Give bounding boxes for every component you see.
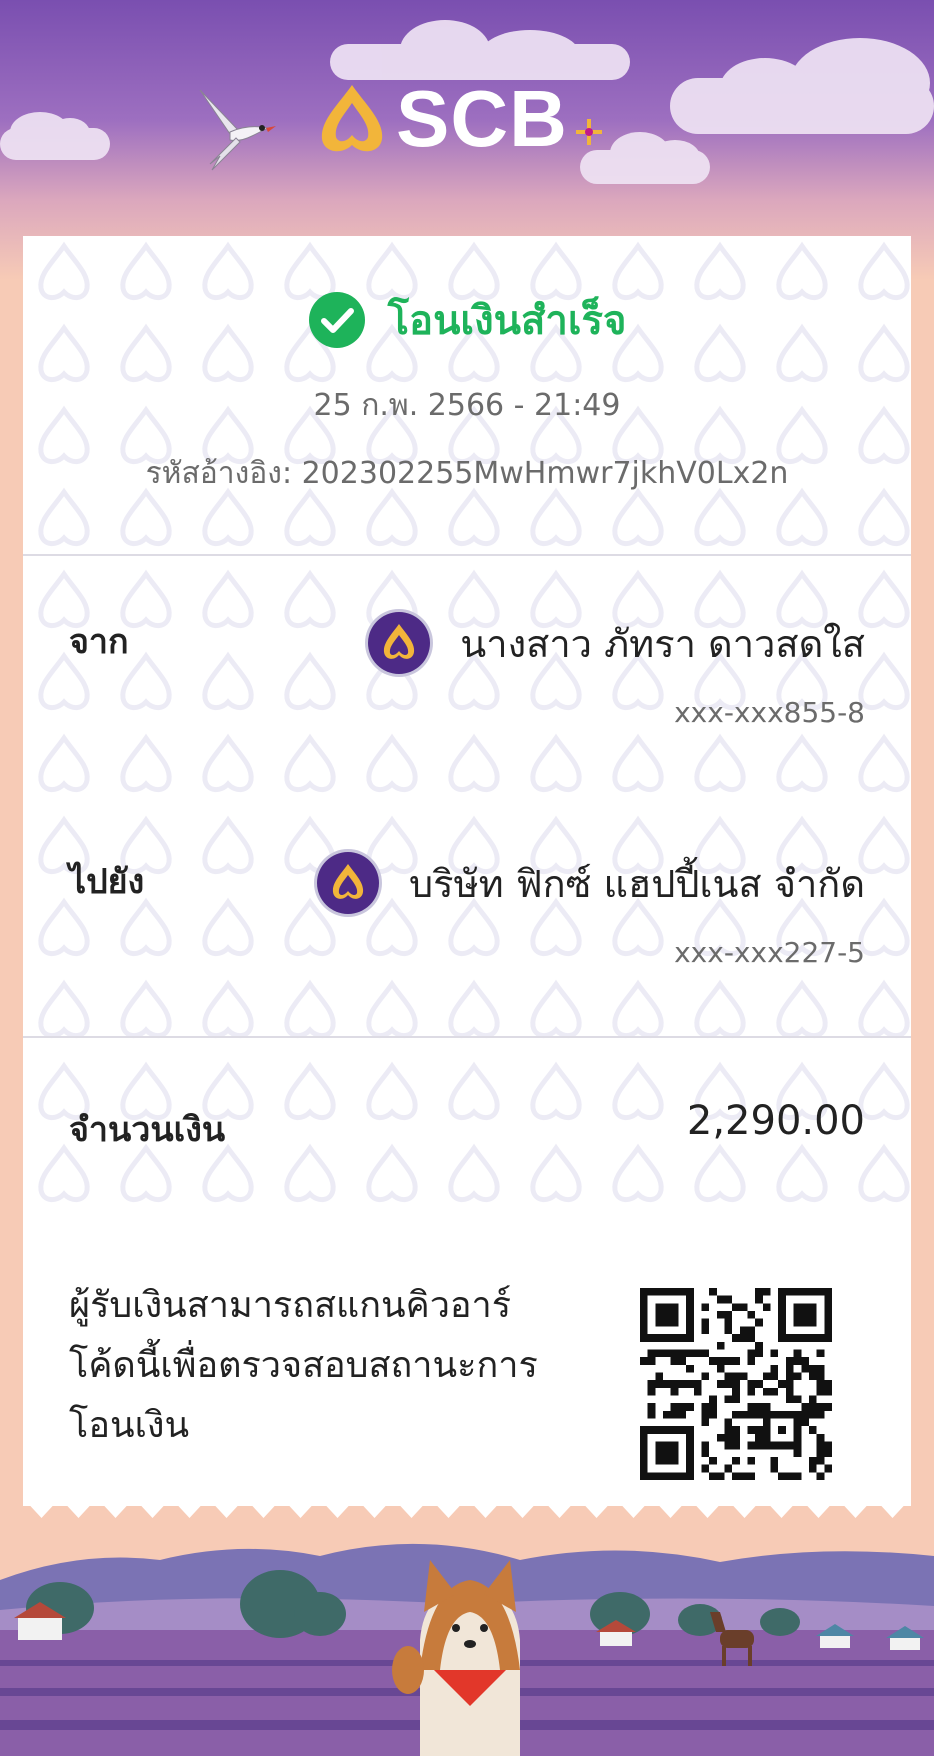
- qr-instructions-line: โค้ดนี้เพื่อตรวจสอบสถานะการ: [69, 1345, 538, 1386]
- transfer-receipt: โอนเงินสำเร็จ 25 ก.พ. 2566 - 21:49 รหัสอ…: [23, 236, 911, 1506]
- plus-sparkle-icon: [575, 119, 602, 145]
- from-name: นางสาว ภัทรา ดาวสดใส: [460, 621, 865, 666]
- landscape-illustration: [0, 1543, 934, 1756]
- status-title: โอนเงินสำเร็จ: [387, 298, 627, 344]
- scb-bank-icon: [365, 609, 434, 677]
- logo-wordmark: SCB: [396, 74, 568, 163]
- bird-icon: [199, 89, 276, 171]
- to-account: xxx-xxx227-5: [674, 936, 865, 969]
- from-account: xxx-xxx855-8: [674, 696, 865, 729]
- divider: [23, 1036, 911, 1038]
- amount-label: จำนวนเงิน: [69, 1110, 226, 1150]
- from-party: นางสาว ภัทรา ดาวสดใส: [364, 608, 865, 678]
- transaction-datetime: 25 ก.พ. 2566 - 21:49: [313, 388, 621, 423]
- to-label: ไปยัง: [69, 862, 145, 902]
- from-label: จาก: [69, 622, 129, 662]
- scb-bank-icon: [314, 849, 383, 917]
- cloud-decoration: [0, 112, 110, 160]
- to-party: บริษัท ฟิกซ์ แฮปปี้เนส จำกัด: [313, 848, 865, 918]
- reference-label: รหัสอ้างอิง:: [145, 456, 293, 491]
- receipt-torn-edge: [23, 1498, 911, 1518]
- divider: [23, 554, 911, 556]
- reference-row: รหัสอ้างอิง: 202302255MwHmwr7jkhV0Lx2n: [23, 450, 911, 497]
- scb-logo: SCB: [316, 74, 604, 164]
- qr-instructions-line: ผู้รับเงินสามารถสแกนคิวอาร์: [69, 1285, 512, 1326]
- cloud-decoration: [670, 38, 934, 134]
- amount-value: 2,290.00: [686, 1098, 865, 1144]
- to-name: บริษัท ฟิกซ์ แฮปปี้เนส จำกัด: [409, 861, 865, 906]
- reference-value: 202302255MwHmwr7jkhV0Lx2n: [301, 456, 789, 491]
- qr-code-icon[interactable]: [640, 1288, 832, 1480]
- qr-instructions-line: โอนเงิน: [69, 1405, 190, 1446]
- scb-logo-mark-icon: [321, 85, 383, 152]
- status-header: โอนเงินสำเร็จ: [23, 288, 911, 352]
- check-circle-icon: [308, 292, 365, 348]
- qr-instructions: ผู้รับเงินสามารถสแกนคิวอาร์ โค้ดนี้เพื่อ…: [69, 1276, 589, 1456]
